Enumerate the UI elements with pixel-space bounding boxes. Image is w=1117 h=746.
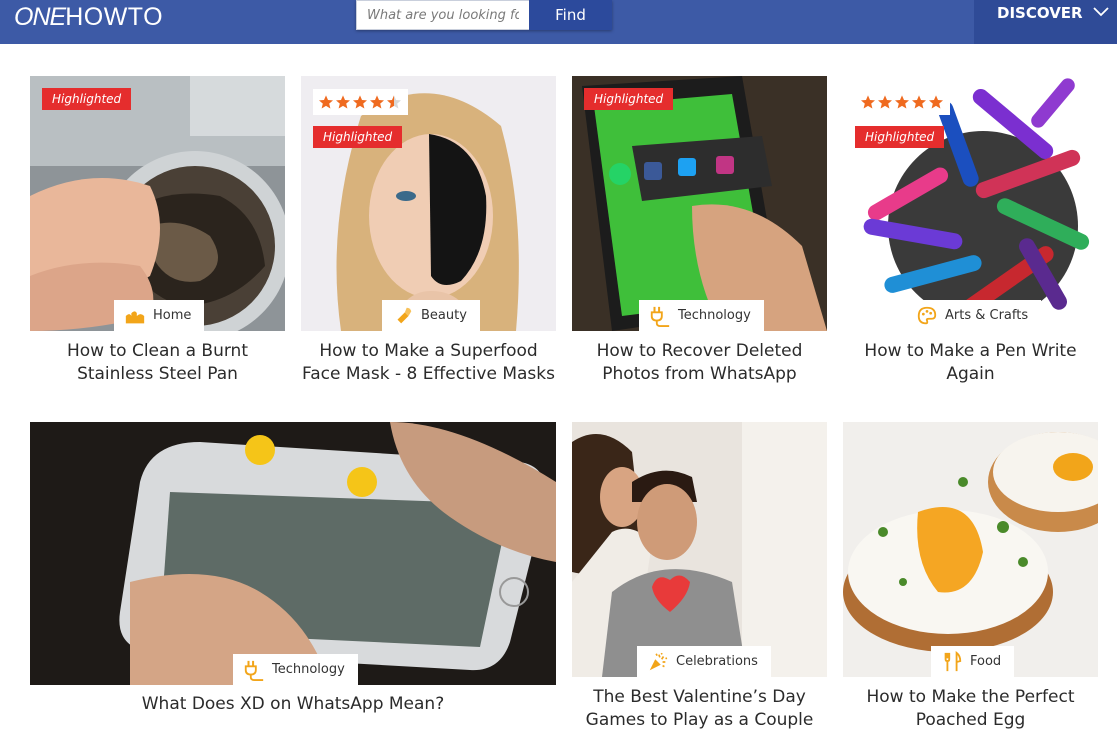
site-header: ONEHOWTO Find DISCOVER xyxy=(0,0,1117,44)
star-icon xyxy=(895,95,909,109)
article-title[interactable]: How to Clean a Burnt Stainless Steel Pan xyxy=(30,340,285,386)
category-label: Celebrations xyxy=(676,654,758,669)
article-title[interactable]: How to Make a Pen Write Again xyxy=(843,340,1098,386)
find-button[interactable]: Find xyxy=(529,0,612,30)
article-thumbnail[interactable]: Highlighted Technology xyxy=(572,76,827,331)
article-thumbnail[interactable]: Celebrations xyxy=(572,422,827,677)
star-half-icon xyxy=(387,95,401,109)
article-title[interactable]: How to Make the Perfect Poached Egg xyxy=(843,686,1098,732)
plug-icon xyxy=(244,660,264,681)
star-rating xyxy=(855,89,950,115)
highlighted-badge: Highlighted xyxy=(584,88,674,110)
category-label: Home xyxy=(153,308,192,323)
star-icon xyxy=(861,95,875,109)
party-popper-icon xyxy=(649,652,668,670)
category-label: Food xyxy=(970,654,1002,669)
star-icon xyxy=(336,95,350,109)
category-tag[interactable]: Beauty xyxy=(382,300,480,331)
article-thumbnail[interactable]: Highlighted Home xyxy=(30,76,285,331)
article-card[interactable]: Highlighted Technology How to Recover De… xyxy=(572,76,827,386)
utensils-icon xyxy=(944,650,962,671)
article-card[interactable]: Celebrations The Best Valentine’s Day Ga… xyxy=(572,422,827,732)
category-tag[interactable]: Arts & Crafts xyxy=(906,300,1042,331)
star-icon xyxy=(370,95,384,109)
search-input[interactable] xyxy=(356,0,529,30)
highlighted-badge: Highlighted xyxy=(855,126,945,148)
article-title[interactable]: What Does XD on WhatsApp Mean? xyxy=(30,693,556,716)
article-title[interactable]: How to Recover Deleted Photos from Whats… xyxy=(572,340,827,386)
article-thumbnail[interactable]: Food xyxy=(843,422,1098,677)
lipstick-icon xyxy=(397,307,412,323)
chevron-down-icon xyxy=(1092,7,1109,17)
category-label: Arts & Crafts xyxy=(945,308,1029,323)
star-icon xyxy=(353,95,367,109)
category-tag[interactable]: Technology xyxy=(639,300,764,331)
highlighted-badge: Highlighted xyxy=(313,126,403,148)
article-card[interactable]: Highlighted Beauty How to Make a Superfo… xyxy=(301,76,556,386)
plug-icon xyxy=(650,306,670,327)
category-tag[interactable]: Home xyxy=(114,300,205,331)
article-card[interactable]: Food How to Make the Perfect Poached Egg xyxy=(843,422,1098,732)
discover-label: DISCOVER xyxy=(997,4,1083,22)
logo-one: ONE xyxy=(14,3,66,31)
article-title[interactable]: The Best Valentine’s Day Games to Play a… xyxy=(572,686,827,732)
star-rating xyxy=(313,89,408,115)
star-icon xyxy=(929,95,943,109)
star-icon xyxy=(912,95,926,109)
palette-icon xyxy=(917,306,937,324)
category-tag[interactable]: Technology xyxy=(233,654,358,685)
site-logo[interactable]: ONEHOWTO xyxy=(14,3,163,32)
category-label: Beauty xyxy=(421,308,467,323)
logo-howto: HOWTO xyxy=(65,3,164,31)
highlighted-badge: Highlighted xyxy=(42,88,132,110)
star-icon xyxy=(878,95,892,109)
article-thumbnail[interactable]: Highlighted Arts & Crafts xyxy=(843,76,1098,331)
discover-menu[interactable]: DISCOVER xyxy=(974,0,1117,44)
article-card[interactable]: Highlighted Home How to Clean a Burnt St… xyxy=(30,76,285,386)
article-title[interactable]: How to Make a Superfood Face Mask - 8 Ef… xyxy=(301,340,556,386)
category-label: Technology xyxy=(272,662,345,677)
star-icon xyxy=(319,95,333,109)
article-card[interactable]: Highlighted Arts & Crafts How to Make a … xyxy=(843,76,1098,386)
category-tag[interactable]: Food xyxy=(931,646,1015,677)
search-bar: Find xyxy=(356,0,612,30)
article-thumbnail[interactable]: Technology xyxy=(30,422,556,685)
home-icon xyxy=(125,310,145,323)
article-card[interactable]: Technology What Does XD on WhatsApp Mean… xyxy=(30,422,556,722)
category-tag[interactable]: Celebrations xyxy=(637,646,771,677)
category-label: Technology xyxy=(678,308,751,323)
article-thumbnail[interactable]: Highlighted Beauty xyxy=(301,76,556,331)
